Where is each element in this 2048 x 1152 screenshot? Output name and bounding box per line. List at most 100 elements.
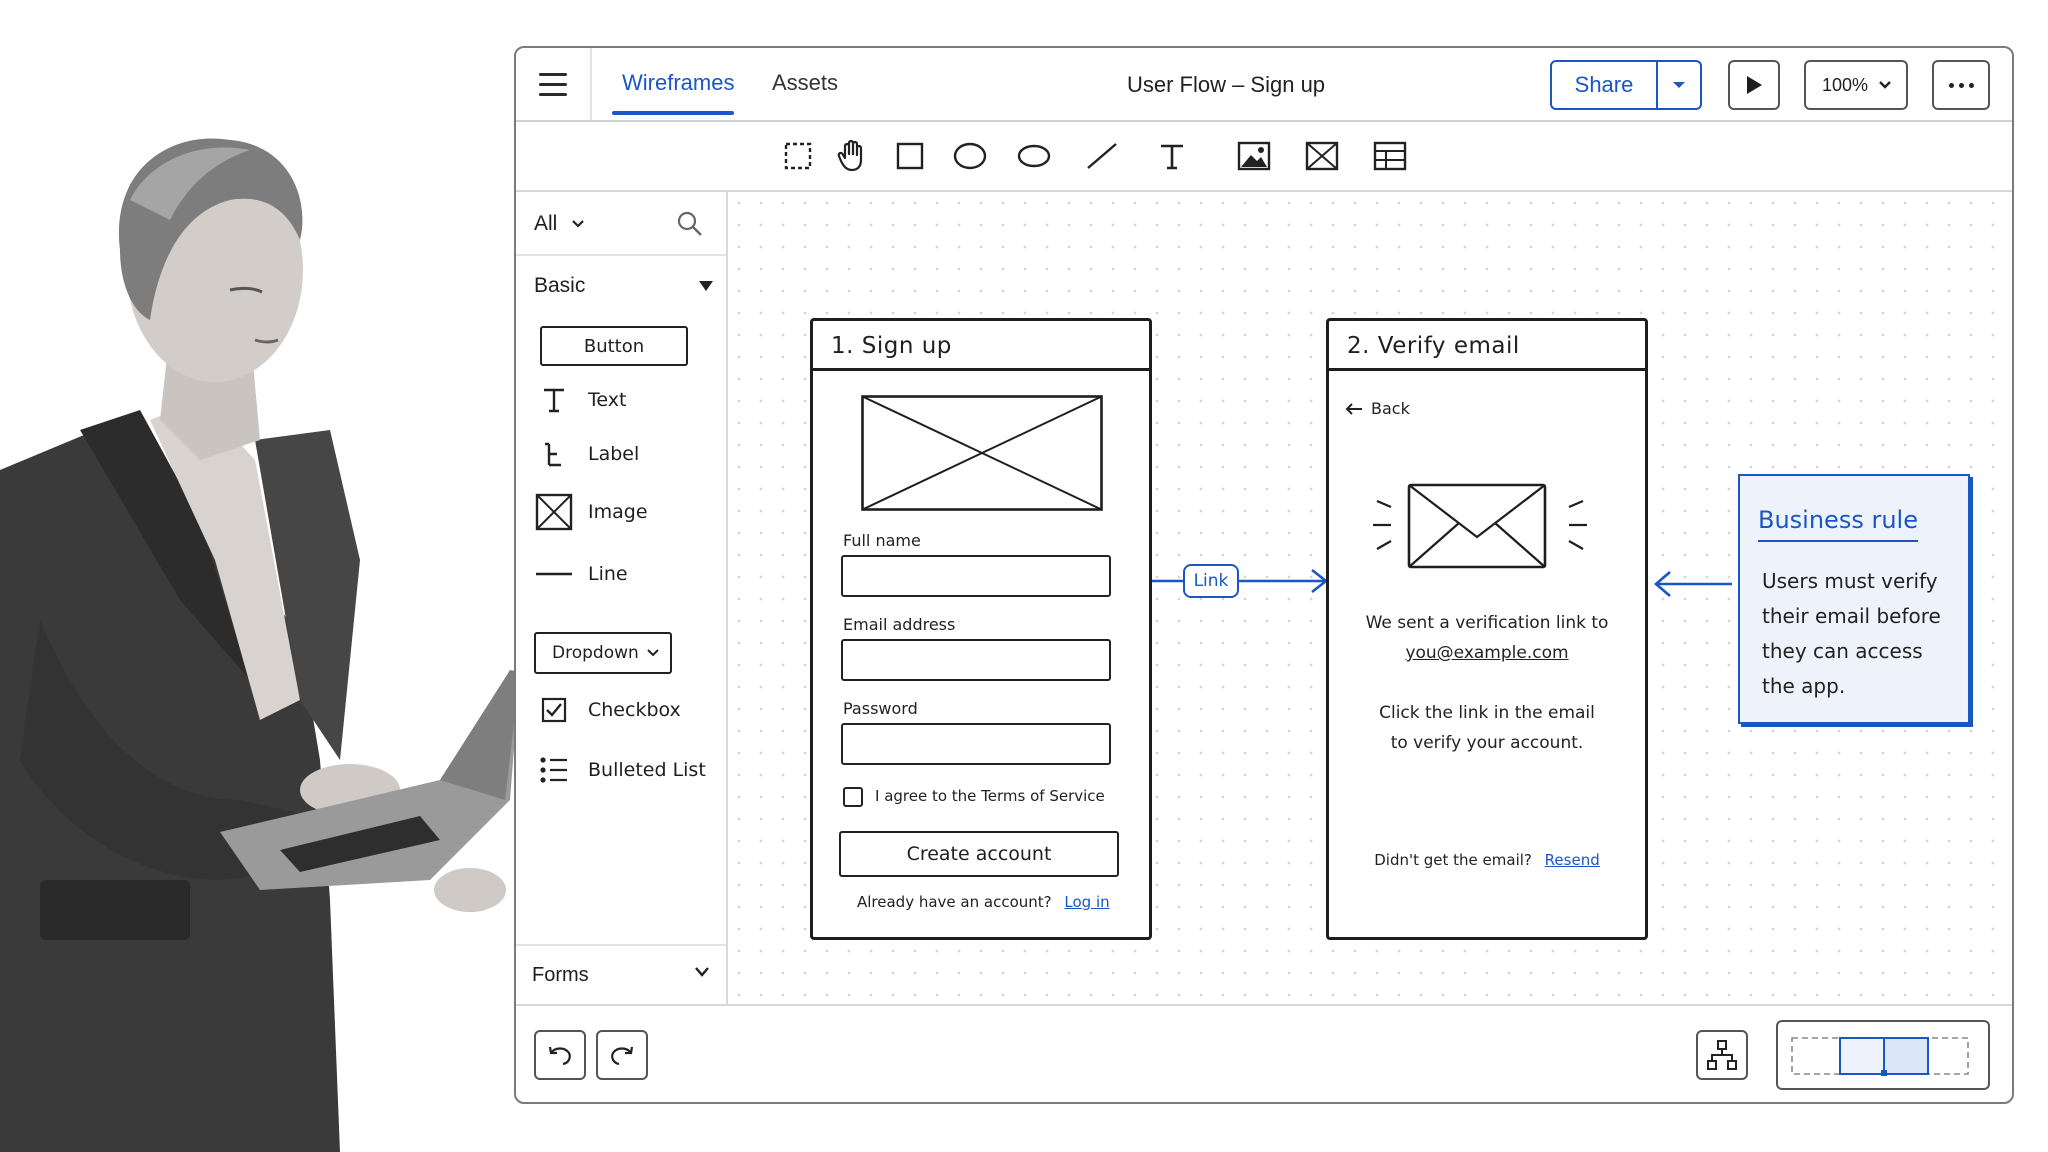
bottom-bar: [516, 1004, 2012, 1102]
bulleted-list-icon: [534, 750, 574, 790]
canvas[interactable]: 1. Sign up Full name Email address Passw…: [728, 192, 2012, 1004]
share-button[interactable]: Share: [1552, 62, 1658, 108]
resend-link[interactable]: Resend: [1545, 851, 1600, 869]
component-image[interactable]: Image: [534, 492, 648, 532]
image-placeholder[interactable]: [861, 395, 1103, 511]
app-window: Wireframes Assets User Flow – Sign up Sh…: [514, 46, 2014, 1104]
instruction-line-1: Click the link in the email: [1379, 703, 1595, 723]
line-icon[interactable]: [1082, 136, 1122, 176]
tab-wireframes[interactable]: Wireframes: [622, 70, 734, 96]
login-link[interactable]: Log in: [1064, 893, 1109, 911]
section-forms[interactable]: Forms: [516, 944, 726, 1004]
undo-button[interactable]: [534, 1030, 586, 1080]
undo-icon: [548, 1046, 571, 1066]
sitemap-icon: [1707, 1040, 1737, 1070]
caret-down-icon: [1673, 82, 1685, 88]
table-icon[interactable]: [1370, 136, 1410, 176]
document-title: User Flow – Sign up: [1126, 72, 1326, 97]
tab-assets[interactable]: Assets: [772, 70, 838, 96]
filter-label: All: [534, 212, 558, 235]
title-underline: [1758, 540, 1918, 542]
component-label-label: Label: [588, 443, 640, 465]
share-button-group: Share: [1550, 60, 1702, 110]
sitemap-button[interactable]: [1696, 1030, 1748, 1080]
image-icon[interactable]: [1234, 136, 1274, 176]
chevron-down-icon: [647, 649, 659, 657]
frame-verify-email[interactable]: 2. Verify email Back We sent a verificat…: [1326, 318, 1648, 940]
password-field[interactable]: [841, 723, 1111, 765]
chevron-down-icon: [695, 967, 709, 977]
business-rule-line: they can access: [1762, 639, 1923, 663]
back-label: Back: [1371, 399, 1410, 418]
envelope-icon: [1373, 483, 1587, 569]
search-icon[interactable]: [676, 210, 704, 238]
component-dropdown-label: Dropdown: [552, 643, 639, 663]
frame-header: 1. Sign up: [813, 321, 1149, 371]
zoom-dropdown[interactable]: 100%: [1804, 60, 1908, 110]
tool-bar: [516, 122, 2012, 192]
minimap[interactable]: [1776, 1020, 1990, 1090]
component-bulleted-list-label: Bulleted List: [588, 759, 706, 781]
play-icon: [1747, 76, 1762, 94]
link-connector-arrow[interactable]: [1148, 562, 1332, 602]
text-icon[interactable]: [1152, 136, 1192, 176]
terms-checkbox[interactable]: [843, 787, 863, 807]
frame-header: 2. Verify email: [1329, 321, 1645, 371]
checkbox-icon: [534, 690, 574, 730]
redo-icon: [611, 1046, 634, 1066]
component-line[interactable]: Line: [534, 554, 628, 594]
component-label[interactable]: Label: [534, 434, 639, 474]
business-rule-arrow[interactable]: [1650, 564, 1736, 604]
filter-dropdown[interactable]: All: [534, 212, 585, 236]
resend-row: Didn't get the email? Resend: [1329, 851, 1645, 869]
component-text[interactable]: Text: [534, 380, 626, 420]
link-label[interactable]: Link: [1183, 564, 1239, 598]
caret-down-icon[interactable]: [698, 280, 714, 292]
resend-prompt: Didn't get the email?: [1374, 851, 1532, 869]
frame-title: 1. Sign up: [831, 333, 952, 359]
sent-text: We sent a verification link to: [1365, 613, 1609, 633]
instruction-line-2: to verify your account.: [1390, 733, 1584, 753]
marquee-select-icon[interactable]: [778, 136, 818, 176]
business-rule-line: the app.: [1762, 674, 1846, 698]
component-dropdown[interactable]: Dropdown: [534, 632, 672, 674]
image-placeholder-icon: [534, 492, 574, 532]
label-icon: [534, 434, 574, 474]
component-bulleted-list[interactable]: Bulleted List: [534, 750, 706, 790]
minimap-preview: [1791, 1037, 1969, 1076]
chevron-down-icon: [572, 220, 585, 228]
hand-icon[interactable]: [832, 136, 872, 176]
share-dropdown-button[interactable]: [1658, 62, 1700, 108]
email-value: you@example.com: [1405, 643, 1569, 663]
section-basic[interactable]: Basic: [534, 274, 585, 298]
component-checkbox[interactable]: Checkbox: [534, 690, 681, 730]
email-field[interactable]: [841, 639, 1111, 681]
full-name-field[interactable]: [841, 555, 1111, 597]
email-label: Email address: [843, 615, 956, 634]
business-rule-line: Users must verify: [1762, 569, 1938, 593]
placeholder-icon[interactable]: [1302, 136, 1342, 176]
top-bar: Wireframes Assets User Flow – Sign up Sh…: [516, 48, 2012, 122]
component-text-label: Text: [588, 389, 627, 411]
ellipse-icon[interactable]: [950, 136, 990, 176]
full-name-label: Full name: [843, 531, 921, 550]
component-line-label: Line: [588, 563, 628, 585]
zoom-level: 100%: [1822, 74, 1869, 95]
present-button[interactable]: [1728, 60, 1780, 110]
terms-label: I agree to the Terms of Service: [875, 787, 1105, 805]
frame-sign-up[interactable]: 1. Sign up Full name Email address Passw…: [810, 318, 1152, 940]
redo-button[interactable]: [596, 1030, 648, 1080]
business-rule-title: Business rule: [1758, 506, 1918, 534]
login-prompt-text: Already have an account?: [857, 893, 1052, 911]
menu-icon[interactable]: [516, 48, 592, 120]
oval-icon[interactable]: [1014, 136, 1054, 176]
more-options-button[interactable]: [1932, 60, 1990, 110]
chevron-down-icon: [1879, 81, 1891, 89]
rectangle-icon[interactable]: [890, 136, 930, 176]
create-account-button[interactable]: Create account: [839, 831, 1119, 877]
active-tab-indicator: [612, 111, 734, 115]
business-rule-note[interactable]: Business rule Users must verify their em…: [1738, 474, 1970, 724]
component-checkbox-label: Checkbox: [588, 699, 681, 721]
back-link[interactable]: Back: [1345, 399, 1410, 418]
component-button[interactable]: Button: [540, 326, 688, 366]
